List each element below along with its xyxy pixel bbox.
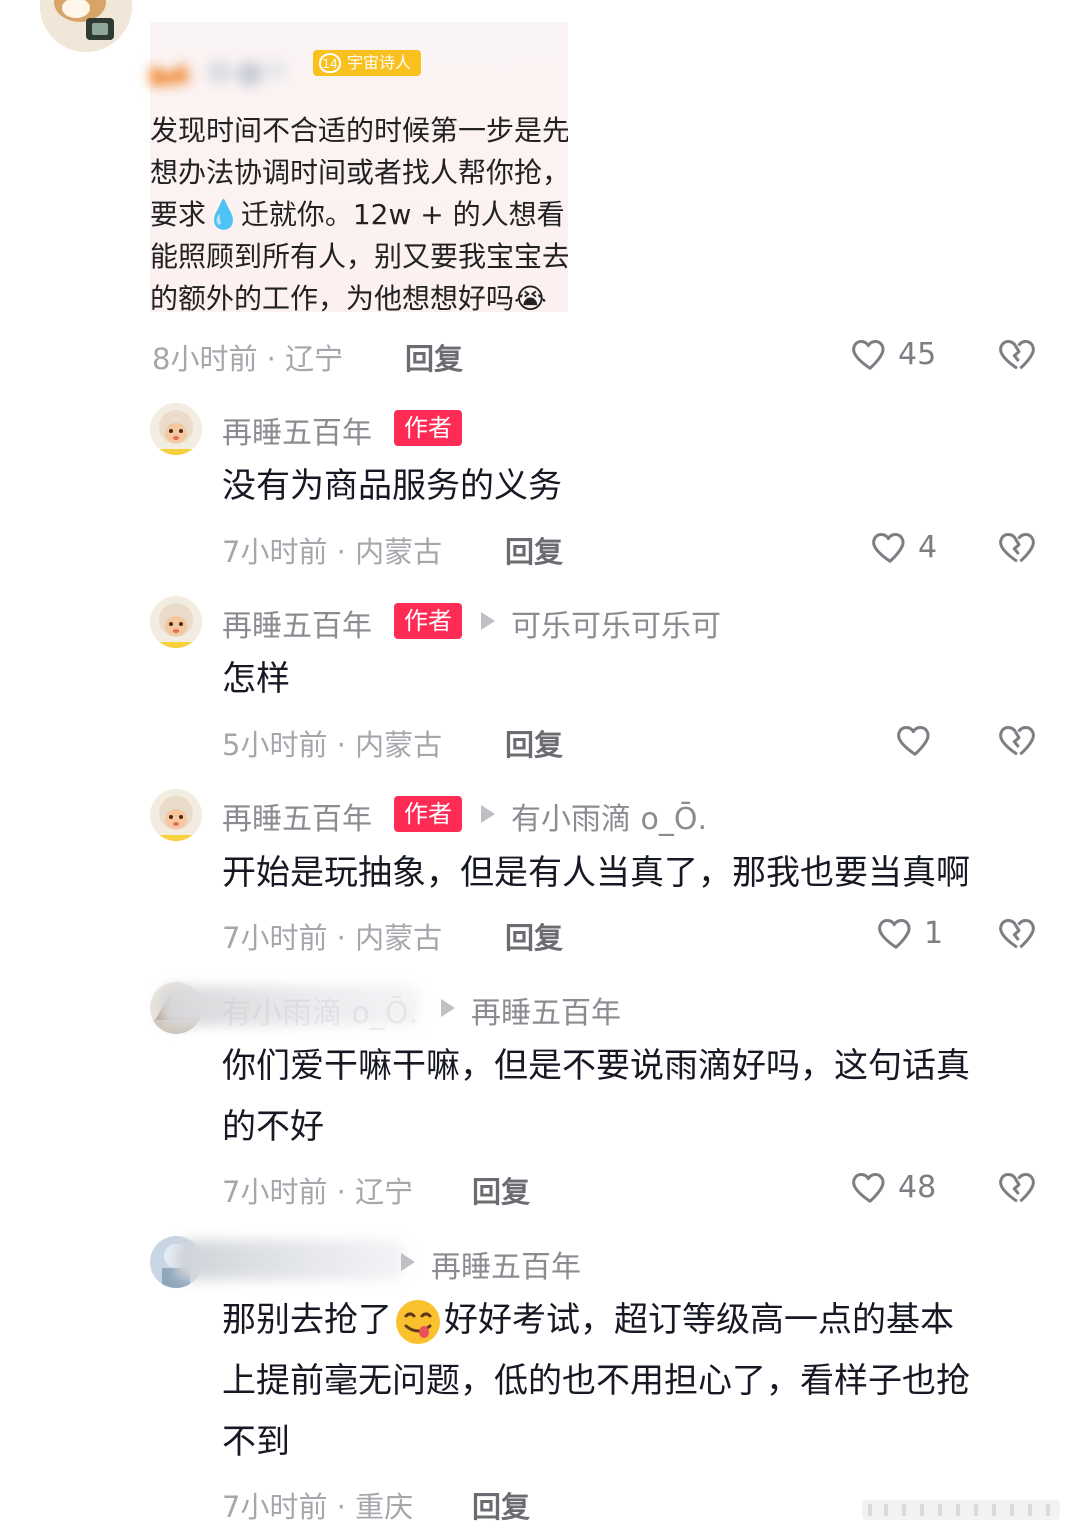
like-button[interactable] <box>895 720 935 760</box>
heart-outline-icon <box>852 340 885 370</box>
dislike-button[interactable] <box>996 913 1038 957</box>
like-button[interactable]: 4 <box>870 527 937 567</box>
reply-button[interactable]: 回复 <box>472 1169 530 1211</box>
heart-outline-icon <box>872 533 905 563</box>
yum-face-emoji-icon <box>396 1299 440 1344</box>
user-name-blurred <box>175 1240 405 1280</box>
author-tag: 作者 <box>394 796 462 832</box>
broken-heart-icon <box>999 1173 1035 1203</box>
author-avatar[interactable] <box>150 596 202 648</box>
reply-button[interactable]: 回复 <box>505 722 563 764</box>
reply-meta: 5小时前 · 内蒙古 <box>222 728 443 762</box>
broken-heart-icon <box>999 919 1035 949</box>
author-avatar[interactable] <box>150 403 202 455</box>
reply-button[interactable]: 回复 <box>405 336 463 378</box>
quoted-user-name-blurred <box>150 52 300 87</box>
reply-user-name[interactable]: 再睡五百年 <box>222 408 372 452</box>
like-count: 1 <box>924 915 944 951</box>
like-count: 48 <box>898 1169 937 1205</box>
dislike-button[interactable] <box>996 1167 1038 1211</box>
heart-outline-icon <box>852 1173 885 1203</box>
reply-text: 那别去抢了 好好考试，超订等级高一点的基本 上提前毫无问题，低的也不用担心了，看样… <box>222 1290 1042 1473</box>
level-badge: 14 宇宙诗人 <box>313 50 422 76</box>
reply-text: 没有为商品服务的义务 <box>222 466 562 506</box>
like-button[interactable]: 45 <box>850 334 936 374</box>
reply-target-name[interactable]: 再睡五百年 <box>431 1242 581 1286</box>
reply-target-name[interactable]: 有小雨滴 o_Ō. <box>511 794 707 838</box>
broken-heart-icon <box>999 340 1035 370</box>
dislike-button[interactable] <box>996 720 1038 764</box>
top-comment-avatar[interactable] <box>40 0 132 52</box>
reply-user-name[interactable]: 有小雨滴 o_Ō. <box>222 988 418 1032</box>
reply-meta: 7小时前 · 重庆 <box>222 1490 414 1524</box>
like-button[interactable]: 1 <box>876 913 943 953</box>
dislike-button[interactable] <box>996 334 1038 378</box>
reply-target-name[interactable]: 再睡五百年 <box>471 988 621 1032</box>
broken-heart-icon <box>999 726 1035 756</box>
reply-target-name[interactable]: 可乐可乐可乐可 <box>511 601 721 645</box>
triangle-right-icon <box>481 612 495 630</box>
watermark-graphic <box>862 1496 1060 1524</box>
author-tag: 作者 <box>394 603 462 639</box>
reply-meta: 7小时前 · 辽宁 <box>222 1175 414 1209</box>
reply-button[interactable]: 回复 <box>505 529 563 571</box>
triangle-right-icon <box>441 999 455 1017</box>
dislike-button[interactable] <box>996 527 1038 571</box>
like-count: 4 <box>918 529 938 565</box>
reply-meta: 7小时前 · 内蒙古 <box>222 535 443 569</box>
reply-user-name[interactable]: 再睡五百年 <box>222 794 372 838</box>
author-tag: 作者 <box>394 410 462 446</box>
level-number: 14 <box>319 53 341 73</box>
like-count: 45 <box>898 336 937 372</box>
triangle-right-icon <box>481 805 495 823</box>
reply-text: 怎样 <box>222 659 290 699</box>
reply-button[interactable]: 回复 <box>505 915 563 957</box>
author-avatar[interactable] <box>150 789 202 841</box>
triangle-right-icon <box>401 1253 415 1271</box>
reply-text: 你们爱干嘛干嘛，但是不要说雨滴好吗，这句话真 的不好 <box>222 1046 970 1147</box>
broken-heart-icon <box>999 533 1035 563</box>
quoted-comment-text: 发现时间不合适的时候第一步是先 想办法协调时间或者找人帮你抢， 要求💧迁就你。12w… <box>150 114 568 312</box>
reply-button[interactable]: 回复 <box>472 1484 530 1526</box>
heart-outline-icon <box>878 919 911 949</box>
reply-meta: 7小时前 · 内蒙古 <box>222 921 443 955</box>
heart-outline-icon <box>897 726 930 756</box>
like-button[interactable]: 48 <box>850 1167 936 1207</box>
comment-meta: 8小时前 · 辽宁 <box>152 342 344 376</box>
level-title: 宇宙诗人 <box>347 53 412 72</box>
reply-text: 开始是玩抽象，但是有人当真了，那我也要当真啊 <box>222 853 970 893</box>
reply-user-name[interactable]: 再睡五百年 <box>222 601 372 645</box>
